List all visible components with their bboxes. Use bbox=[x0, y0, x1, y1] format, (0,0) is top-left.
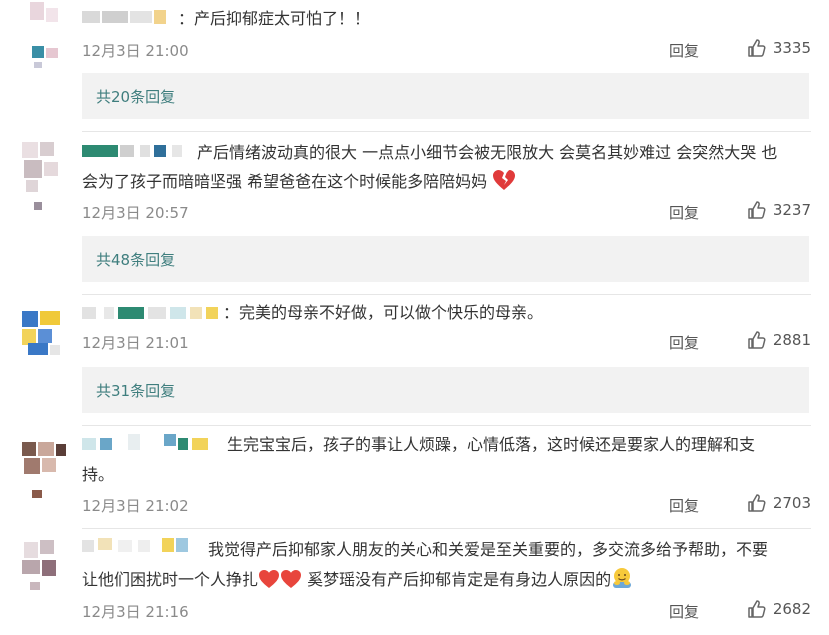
like-button[interactable]: 2682 bbox=[747, 599, 811, 619]
comment-text-line2: 让他们困扰时一个人挣扎 奚梦瑶没有产后抑郁肯定是有身边人原因的 bbox=[82, 565, 811, 594]
comment-text-line2: 会为了孩子而暗暗坚强 希望爸爸在这个时候能多陪陪妈妈 bbox=[82, 167, 811, 196]
comment-text: 生完宝宝后，孩子的事让人烦躁，心情低落，这时候还是要家人的理解和支 bbox=[227, 435, 756, 454]
thumbs-up-icon bbox=[748, 494, 766, 512]
like-count: 3237 bbox=[772, 201, 811, 219]
like-count: 2881 bbox=[772, 331, 811, 349]
thumbs-up-icon bbox=[748, 201, 766, 219]
avatar[interactable] bbox=[18, 307, 72, 383]
view-replies-link[interactable]: 共48条回复 bbox=[96, 249, 175, 270]
reply-thread-box: 共48条回复 bbox=[82, 236, 809, 282]
reply-button[interactable]: 回复 bbox=[669, 202, 699, 223]
avatar[interactable] bbox=[18, 440, 72, 516]
like-count: 3335 bbox=[772, 39, 811, 57]
like-button[interactable]: 2703 bbox=[747, 493, 811, 513]
avatar[interactable] bbox=[18, 140, 72, 216]
reply-button[interactable]: 回复 bbox=[669, 40, 699, 61]
timestamp: 12月3日 21:00 bbox=[82, 42, 189, 60]
like-count: 2682 bbox=[772, 600, 811, 618]
timestamp: 12月3日 21:16 bbox=[82, 603, 189, 621]
divider bbox=[82, 528, 811, 529]
comment-text: 我觉得产后抑郁家人朋友的关心和关爱是至关重要的，多交流多给予帮助，不要 bbox=[208, 540, 769, 559]
timestamp: 12月3日 21:02 bbox=[82, 497, 189, 515]
timestamp: 12月3日 21:01 bbox=[82, 334, 189, 352]
hugging-face-icon bbox=[613, 568, 632, 588]
heart-icon bbox=[259, 570, 280, 588]
heart-icon bbox=[281, 570, 302, 588]
timestamp: 12月3日 20:57 bbox=[82, 204, 189, 222]
reply-thread-box: 共20条回复 bbox=[82, 73, 809, 119]
like-count: 2703 bbox=[772, 494, 811, 512]
comment-meta: 12月3日 21:01 回复 2881 bbox=[82, 330, 811, 354]
divider bbox=[82, 294, 811, 295]
thumbs-up-icon bbox=[748, 39, 766, 57]
comment-meta: 12月3日 21:02 回复 2703 bbox=[82, 493, 811, 517]
divider bbox=[82, 425, 811, 426]
comment-text: ：产后抑郁症太可怕了！！ bbox=[178, 9, 371, 28]
comment-meta: 12月3日 21:16 回复 2682 bbox=[82, 599, 811, 623]
reply-button[interactable]: 回复 bbox=[669, 601, 699, 622]
like-button[interactable]: 2881 bbox=[747, 330, 811, 350]
like-button[interactable]: 3237 bbox=[747, 200, 811, 220]
comment-text: 产后情绪波动真的很大 一点点小细节会被无限放大 会莫名其妙难过 会突然大哭 也 bbox=[197, 143, 778, 162]
view-replies-link[interactable]: 共20条回复 bbox=[96, 86, 175, 107]
view-replies-link[interactable]: 共31条回复 bbox=[96, 380, 175, 401]
like-button[interactable]: 3335 bbox=[747, 38, 811, 58]
thumbs-up-icon bbox=[748, 600, 766, 618]
comment-meta: 12月3日 21:00 回复 3335 bbox=[82, 38, 811, 62]
comment-text: ：完美的母亲不好做，可以做个快乐的母亲。 bbox=[223, 303, 544, 322]
comment-text-line2: 持。 bbox=[82, 465, 115, 484]
avatar[interactable] bbox=[18, 538, 72, 614]
divider bbox=[82, 131, 811, 132]
reply-button[interactable]: 回复 bbox=[669, 495, 699, 516]
thumbs-up-icon bbox=[748, 331, 766, 349]
avatar[interactable] bbox=[18, 0, 72, 76]
reply-thread-box: 共31条回复 bbox=[82, 367, 809, 413]
broken-heart-icon bbox=[493, 170, 516, 190]
reply-button[interactable]: 回复 bbox=[669, 332, 699, 353]
comment-meta: 12月3日 20:57 回复 3237 bbox=[82, 200, 811, 224]
